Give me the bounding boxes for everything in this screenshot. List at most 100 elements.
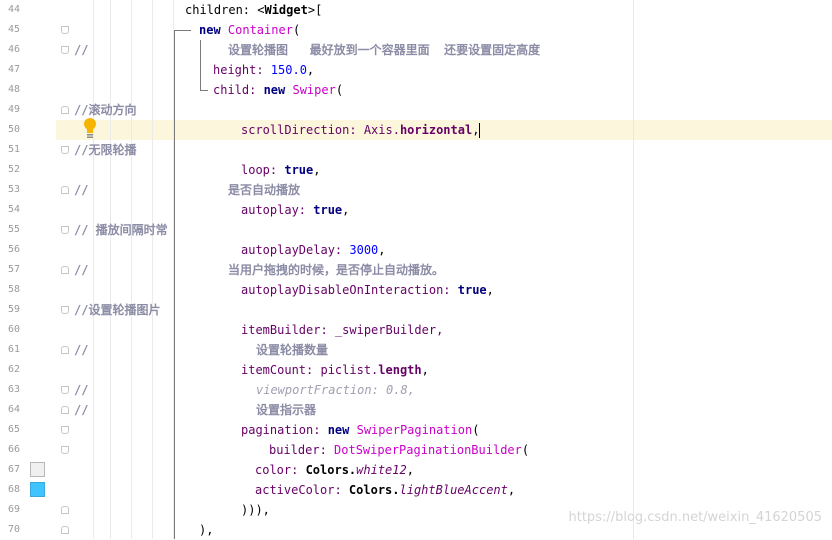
comment-text: //设置轮播图片 [74, 303, 161, 317]
right-margin-guide [633, 0, 634, 539]
code-line-68[interactable]: activeColor: Colors.lightBlueAccent, [255, 480, 515, 500]
line-number: 52 [8, 164, 21, 175]
code-line-69[interactable]: ))), [241, 500, 270, 520]
fold-toggle[interactable] [61, 106, 69, 114]
code-token: , [507, 483, 516, 497]
comment-slashes: // [74, 263, 89, 277]
comment-text: 设置指示器 [256, 403, 317, 417]
line-number: 60 [8, 324, 21, 335]
code-token: itemCount: piclist. [241, 363, 379, 377]
color-swatch-white12[interactable] [30, 462, 45, 477]
code-token: , [486, 283, 494, 297]
code-token: Widget [264, 3, 308, 17]
code-line-50[interactable]: scrollDirection: Axis.horizontal, [241, 120, 481, 140]
fold-toggle[interactable] [61, 426, 69, 434]
fold-toggle[interactable] [61, 146, 69, 154]
code-line-70[interactable]: ), [199, 520, 213, 540]
code-token: color: [255, 463, 306, 477]
code-token: height: [213, 63, 271, 77]
keyword-token: new [263, 83, 293, 97]
code-token: itemBuilder: _swiperBuilder, [241, 323, 444, 337]
fold-toggle[interactable] [61, 226, 69, 234]
commented-code: viewportFraction: 0.8, [256, 383, 415, 397]
fold-toggle[interactable] [61, 186, 69, 194]
code-line-47[interactable]: height: 150.0, [213, 60, 314, 80]
code-token: >[ [307, 3, 323, 17]
scope-line [200, 90, 208, 91]
fold-toggle[interactable] [61, 266, 69, 274]
code-token: , [406, 463, 414, 477]
code-line-54[interactable]: autoplay: true, [241, 200, 349, 220]
line-number: 57 [8, 264, 21, 275]
line-number: 66 [8, 444, 21, 455]
lightbulb-icon[interactable] [82, 117, 98, 139]
keyword-token: true [313, 203, 343, 217]
fold-toggle[interactable] [61, 46, 69, 54]
code-token: white12 [356, 463, 407, 477]
line-number: 59 [8, 304, 21, 315]
line-number: 50 [8, 124, 21, 135]
keyword-token: true [457, 283, 487, 297]
fold-toggle[interactable] [61, 406, 69, 414]
code-line-65[interactable]: pagination: new SwiperPagination( [241, 420, 479, 440]
fold-toggle[interactable] [61, 386, 69, 394]
fold-toggle[interactable] [61, 26, 69, 34]
code-token: length [378, 363, 422, 377]
line-number: 46 [8, 44, 21, 55]
code-token: Colors. [305, 463, 357, 477]
fold-toggle[interactable] [61, 506, 69, 514]
code-line-45[interactable]: new Container( [199, 20, 300, 40]
line-number: 64 [8, 404, 21, 415]
code-line-52[interactable]: loop: true, [241, 160, 321, 180]
code-line-44[interactable]: children: <Widget>[ [185, 0, 322, 20]
line-number: 54 [8, 204, 21, 215]
fold-toggle[interactable] [61, 306, 69, 314]
code-line-48[interactable]: child: new Swiper( [213, 80, 343, 100]
code-editor[interactable]: 44 45 46 47 48 49 50 51 52 53 54 55 56 5… [0, 0, 832, 539]
code-token: ( [335, 83, 344, 97]
code-token: Colors. [348, 483, 400, 497]
code-token: ( [292, 23, 301, 37]
code-token: builder: [269, 443, 335, 457]
code-token: , [421, 363, 429, 377]
fold-toggle[interactable] [61, 526, 69, 534]
code-token: ( [472, 423, 480, 437]
code-token: , [306, 63, 315, 77]
line-number: 45 [8, 24, 21, 35]
line-number: 48 [8, 84, 21, 95]
number-token: 3000 [349, 243, 379, 257]
line-number: 65 [8, 424, 21, 435]
code-line-60[interactable]: itemBuilder: _swiperBuilder, [241, 320, 443, 340]
code-token: autoplayDisableOnInteraction: [241, 283, 458, 297]
color-swatch-lightblueaccent[interactable] [30, 482, 45, 497]
code-token: , [313, 163, 321, 177]
line-number: 44 [8, 4, 21, 15]
line-gutter: 44 45 46 47 48 49 50 51 52 53 54 55 56 5… [0, 0, 56, 539]
comment-text: 设置轮播图 最好放到一个容器里面 还要设置固定高度 [228, 43, 541, 57]
scope-line [200, 40, 201, 90]
comment-text: //无限轮播 [74, 143, 137, 157]
code-line-62[interactable]: itemCount: piclist.length, [241, 360, 429, 380]
code-token: children: < [185, 3, 265, 17]
indent-guide [152, 0, 153, 539]
code-line-66[interactable]: builder: DotSwiperPaginationBuilder( [269, 440, 529, 460]
code-token: lightBlueAccent [399, 483, 508, 497]
comment-text: 当用户拖拽的时候，是否停止自动播放。 [228, 263, 445, 277]
scope-line [174, 30, 191, 31]
comment-text: //滚动方向 [74, 103, 137, 117]
code-line-67[interactable]: color: Colors.white12, [255, 460, 414, 480]
line-number: 49 [8, 104, 21, 115]
code-line-56[interactable]: autoplayDelay: 3000, [241, 240, 386, 260]
comment-slashes: // [74, 383, 89, 397]
line-number: 62 [8, 364, 21, 375]
line-number: 47 [8, 64, 21, 75]
code-line-58[interactable]: autoplayDisableOnInteraction: true, [241, 280, 494, 300]
fold-toggle[interactable] [61, 346, 69, 354]
text-cursor [479, 123, 481, 138]
comment-slashes: // [74, 343, 89, 357]
line-number: 55 [8, 224, 21, 235]
watermark: https://blog.csdn.net/weixin_41620505 [568, 510, 822, 525]
line-number: 69 [8, 504, 21, 515]
fold-toggle[interactable] [61, 446, 69, 454]
code-token: , [472, 123, 480, 137]
